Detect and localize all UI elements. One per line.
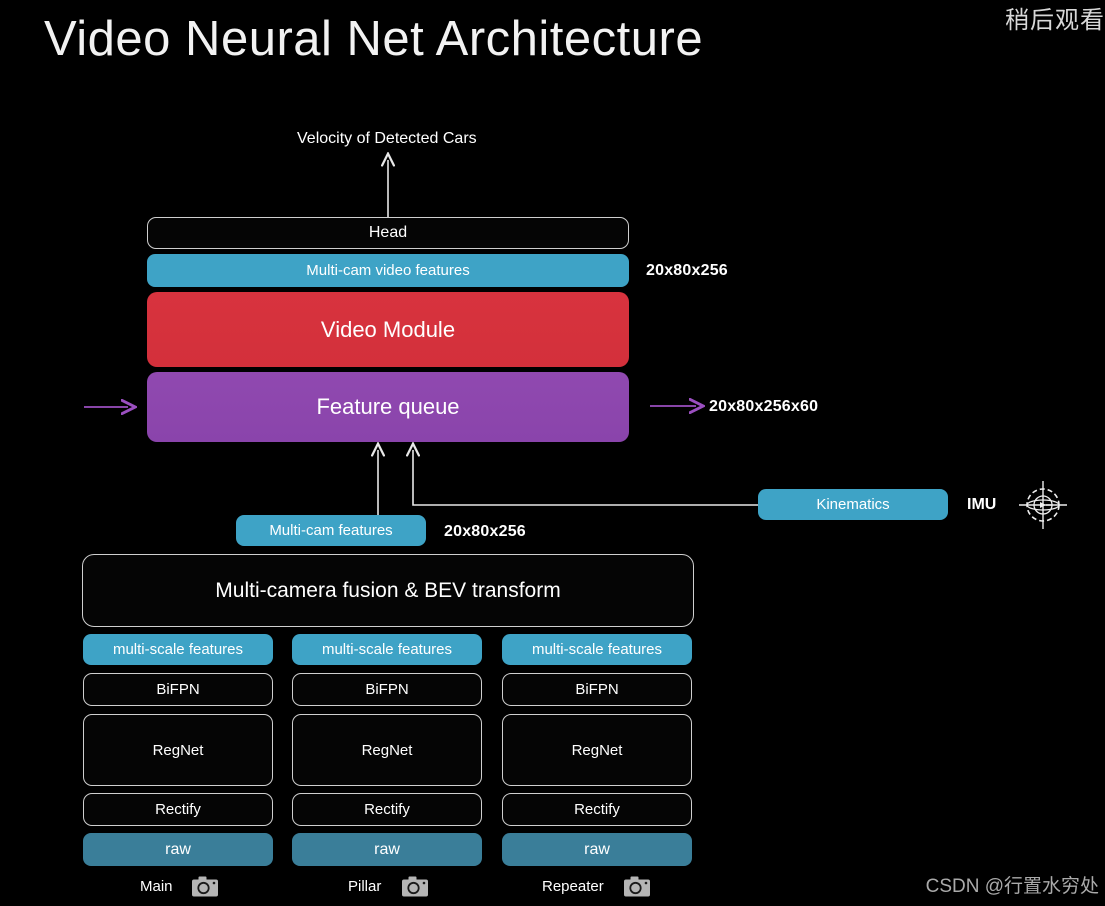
col2-raw[interactable]: raw xyxy=(502,833,692,866)
node-kinematics[interactable]: Kinematics xyxy=(758,489,948,520)
col0-raw[interactable]: raw xyxy=(83,833,273,866)
node-head[interactable]: Head xyxy=(147,217,629,249)
col2-camera-label: Repeater xyxy=(542,878,604,895)
col0-multi-scale-features[interactable]: multi-scale features xyxy=(83,634,273,665)
col1-bifpn[interactable]: BiFPN xyxy=(292,673,482,706)
slide-canvas: Video Neural Net Architecture 稍后观看 Veloc… xyxy=(0,0,1105,906)
node-multi-cam-features[interactable]: Multi-cam features xyxy=(236,515,426,546)
col1-regnet[interactable]: RegNet xyxy=(292,714,482,786)
imu-compass-icon xyxy=(1019,481,1067,529)
camera-icon xyxy=(192,876,218,897)
node-bev-transform[interactable]: Multi-camera fusion & BEV transform xyxy=(82,554,694,627)
col0-bifpn[interactable]: BiFPN xyxy=(83,673,273,706)
node-video-module[interactable]: Video Module xyxy=(147,292,629,367)
watch-later-overlay: 稍后观看 xyxy=(1005,7,1105,34)
page-title: Video Neural Net Architecture xyxy=(44,12,704,66)
col2-regnet[interactable]: RegNet xyxy=(502,714,692,786)
camera-icon xyxy=(402,876,428,897)
node-multi-cam-video-features[interactable]: Multi-cam video features xyxy=(147,254,629,287)
camera-icon xyxy=(624,876,650,897)
output-label: Velocity of Detected Cars xyxy=(297,130,477,147)
node-feature-queue[interactable]: Feature queue xyxy=(147,372,629,442)
col0-regnet[interactable]: RegNet xyxy=(83,714,273,786)
dim-video-features: 20x80x256 xyxy=(646,262,728,279)
col0-rectify[interactable]: Rectify xyxy=(83,793,273,826)
col1-multi-scale-features[interactable]: multi-scale features xyxy=(292,634,482,665)
dim-feature-queue: 20x80x256x60 xyxy=(709,398,819,415)
col2-rectify[interactable]: Rectify xyxy=(502,793,692,826)
col1-raw[interactable]: raw xyxy=(292,833,482,866)
col2-multi-scale-features[interactable]: multi-scale features xyxy=(502,634,692,665)
col1-rectify[interactable]: Rectify xyxy=(292,793,482,826)
dim-multi-cam-features: 20x80x256 xyxy=(444,523,526,540)
csdn-watermark: CSDN @行置水穷处 xyxy=(925,876,1099,897)
col0-camera-label: Main xyxy=(140,878,173,895)
col2-bifpn[interactable]: BiFPN xyxy=(502,673,692,706)
imu-label: IMU xyxy=(967,496,997,513)
col1-camera-label: Pillar xyxy=(348,878,382,895)
